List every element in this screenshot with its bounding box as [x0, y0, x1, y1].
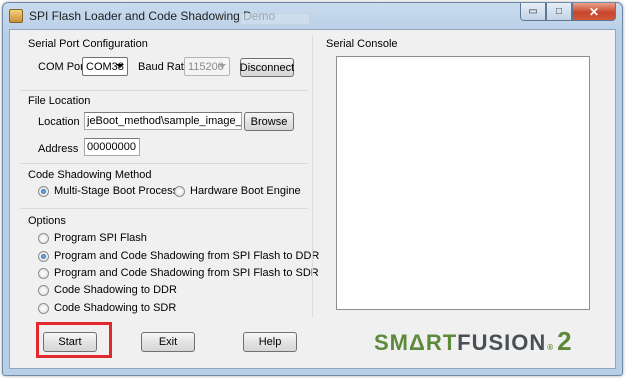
window-title: SPI Flash Loader and Code Shadowing Demo: [29, 9, 276, 23]
radio-label: Multi-Stage Boot Process: [54, 185, 179, 197]
smartfusion2-logo: SMΔRT FUSION ® 2: [374, 326, 572, 356]
logo-smart-text: SMΔRT: [374, 330, 458, 355]
app-icon: [9, 9, 23, 23]
client-area: Serial Port Configuration COM Port COM38…: [9, 29, 616, 369]
location-label: Location: [38, 116, 80, 128]
radio-label: Code Shadowing to SDR: [54, 302, 177, 314]
radio-indicator: [38, 302, 49, 314]
radio-hardware-boot-engine[interactable]: Hardware Boot Engine: [174, 185, 301, 197]
vertical-divider: [312, 36, 313, 318]
file-location-group: File Location Location jeBoot_method\sam…: [20, 90, 308, 162]
maximize-button[interactable]: □: [546, 3, 572, 21]
radio-indicator: [38, 284, 49, 296]
serial-console-title: Serial Console: [326, 38, 398, 50]
radio-label: Program and Code Shadowing from SPI Flas…: [54, 250, 320, 262]
radio-label: Code Shadowing to DDR: [54, 284, 177, 296]
serial-port-group: Serial Port Configuration COM Port COM38…: [20, 36, 308, 96]
options-group-title: Options: [28, 215, 66, 227]
address-label: Address: [38, 143, 79, 155]
logo-fusion-text: FUSION: [457, 330, 547, 355]
chevron-down-icon: [116, 64, 124, 68]
serial-console-group: Serial Console: [320, 36, 607, 320]
radio-indicator: [38, 185, 49, 197]
radio-indicator: [38, 250, 49, 262]
shadowing-method-group: Code Shadowing Method Multi-Stage Boot P…: [20, 163, 308, 207]
radio-multi-stage-boot[interactable]: Multi-Stage Boot Process: [38, 185, 178, 197]
disconnect-button[interactable]: Disconnect: [240, 58, 294, 77]
serial-port-group-title: Serial Port Configuration: [28, 38, 148, 50]
background-window-tab: [240, 13, 310, 25]
radio-indicator: [38, 267, 49, 279]
radio-label: Hardware Boot Engine: [190, 185, 301, 197]
help-button[interactable]: Help: [243, 332, 297, 352]
shadowing-method-group-title: Code Shadowing Method: [28, 169, 152, 181]
options-group: Options Program SPI Flash Program and Co…: [20, 208, 319, 320]
close-button[interactable]: ✕: [572, 3, 616, 21]
serial-console-output[interactable]: [336, 56, 590, 310]
logo-registered-mark: ®: [547, 343, 554, 352]
radio-shadow-sdr[interactable]: Code Shadowing to SDR: [38, 302, 176, 314]
baud-rate-select[interactable]: 115200: [184, 57, 230, 76]
browse-button[interactable]: Browse: [244, 112, 294, 131]
exit-button[interactable]: Exit: [141, 332, 195, 352]
file-location-group-title: File Location: [28, 95, 91, 107]
app-window: SPI Flash Loader and Code Shadowing Demo…: [2, 2, 623, 376]
logo-two-text: 2: [557, 326, 572, 356]
radio-shadow-ddr[interactable]: Code Shadowing to DDR: [38, 284, 177, 296]
address-input[interactable]: 00000000: [84, 138, 140, 156]
radio-program-spi-flash[interactable]: Program SPI Flash: [38, 232, 147, 244]
radio-indicator: [38, 232, 49, 244]
com-port-label: COM Port: [38, 61, 87, 73]
radio-program-shadow-ddr[interactable]: Program and Code Shadowing from SPI Flas…: [38, 250, 319, 262]
radio-label: Program and Code Shadowing from SPI Flas…: [54, 267, 319, 279]
radio-program-shadow-sdr[interactable]: Program and Code Shadowing from SPI Flas…: [38, 267, 319, 279]
radio-indicator: [174, 185, 185, 197]
title-bar[interactable]: SPI Flash Loader and Code Shadowing Demo…: [3, 3, 622, 29]
location-input[interactable]: jeBoot_method\sample_image_LPDDR.bin: [84, 112, 242, 130]
baud-rate-label: Baud Rate: [138, 61, 190, 73]
start-button[interactable]: Start: [43, 332, 97, 352]
com-port-select[interactable]: COM38: [82, 57, 128, 76]
chevron-down-icon: [218, 64, 226, 68]
minimize-button[interactable]: ▭: [520, 3, 546, 21]
radio-label: Program SPI Flash: [54, 232, 147, 244]
